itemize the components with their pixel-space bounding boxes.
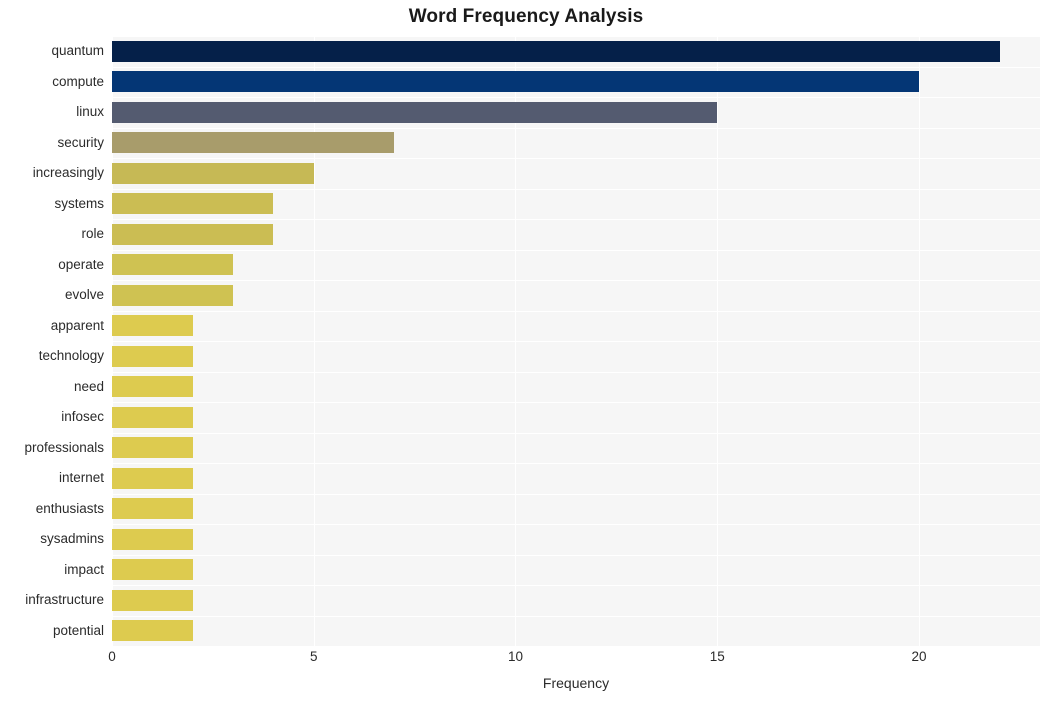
y-axis-tick-label: linux (76, 104, 104, 120)
y-axis-tick-label: apparent (50, 317, 104, 333)
bar (112, 315, 193, 337)
y-axis-tick-label: systems (54, 195, 104, 211)
y-axis-tick-label: role (81, 226, 104, 242)
y-axis-tick-labels: quantum compute linux security increasingly s… (0, 36, 104, 646)
y-axis-tick-label: sysadmins (40, 531, 104, 547)
bar (112, 589, 193, 611)
horizontal-gridline (112, 66, 1040, 68)
horizontal-gridline (112, 249, 1040, 251)
y-axis-tick-label: need (73, 378, 104, 394)
horizontal-gridline (112, 310, 1040, 312)
y-axis-tick-label: compute (52, 73, 104, 89)
y-axis-tick-label: operate (58, 256, 104, 272)
horizontal-gridline (112, 97, 1040, 98)
x-axis-tick-label: 10 (507, 649, 523, 664)
horizontal-gridline (112, 188, 1040, 190)
horizontal-gridline (112, 463, 1040, 464)
horizontal-gridline (112, 280, 1040, 281)
bar (112, 101, 718, 123)
horizontal-gridline (112, 36, 1040, 37)
y-axis-tick-label: potential (52, 622, 104, 638)
bar (112, 40, 1000, 62)
horizontal-gridline (112, 219, 1040, 220)
horizontal-gridline (112, 493, 1040, 495)
y-axis-tick-label: enthusiasts (35, 500, 104, 516)
y-axis-tick-label: evolve (64, 287, 104, 303)
bar (112, 132, 395, 154)
bar (112, 254, 234, 276)
bar (112, 71, 919, 93)
y-axis-tick-label: internet (58, 470, 104, 486)
x-axis-tick-label: 15 (709, 649, 725, 664)
x-axis-tick-label: 5 (309, 649, 318, 664)
bar (112, 284, 234, 306)
bar (112, 467, 193, 489)
bar (112, 437, 193, 459)
bar (112, 223, 274, 245)
horizontal-gridline (112, 371, 1040, 373)
chart-title: Word Frequency Analysis (408, 6, 644, 27)
horizontal-gridline (112, 524, 1040, 525)
bar (112, 345, 193, 367)
y-axis-tick-label: infosec (61, 409, 104, 425)
horizontal-gridline (112, 554, 1040, 556)
bar (112, 406, 193, 428)
horizontal-gridline (112, 127, 1040, 129)
horizontal-gridline (112, 585, 1040, 586)
x-axis-tick-label: 0 (108, 649, 116, 664)
y-axis-tick-label: professionals (24, 439, 104, 455)
word-frequency-chart: Word Frequency Analysis quantum compute li… (0, 0, 1052, 701)
x-axis-tick-label: 20 (911, 649, 927, 664)
bar (112, 162, 314, 184)
y-axis-tick-label: increasingly (32, 165, 104, 181)
x-axis-title: Frequency (542, 675, 610, 691)
plot-area (112, 36, 1040, 647)
horizontal-gridline (112, 402, 1040, 403)
bar (112, 193, 274, 215)
bar (112, 528, 193, 550)
y-axis-tick-label: security (57, 134, 104, 150)
horizontal-gridline (112, 615, 1040, 617)
y-axis-tick-label: quantum (51, 43, 104, 59)
bar (112, 376, 193, 398)
horizontal-gridline (112, 158, 1040, 159)
y-axis-tick-label: infrastructure (25, 592, 104, 608)
x-axis-tick-labels: 0 5 10 15 20 (108, 649, 1040, 670)
y-axis-tick-label: technology (38, 348, 104, 364)
bar (112, 559, 193, 581)
bar (112, 620, 193, 642)
bar (112, 498, 193, 520)
horizontal-gridline (112, 646, 1040, 647)
y-axis-tick-label: impact (64, 561, 104, 577)
horizontal-gridline (112, 432, 1040, 434)
horizontal-gridline (112, 341, 1040, 342)
